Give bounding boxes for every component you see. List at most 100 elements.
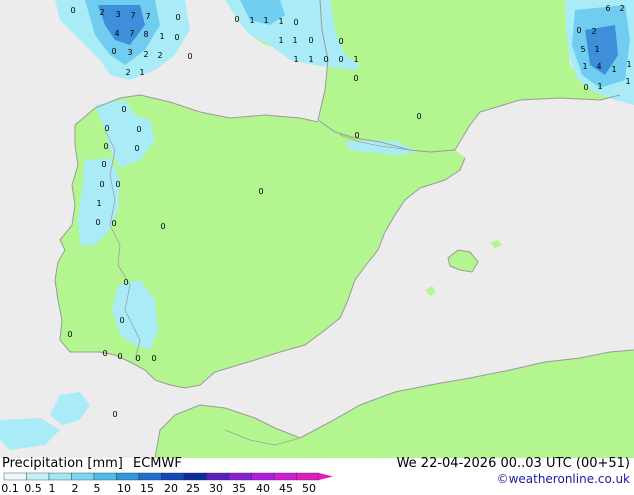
value-label: 0 (95, 218, 100, 227)
value-label: 3 (127, 48, 132, 57)
value-label: 0 (576, 26, 581, 35)
value-label: 1 (626, 60, 631, 69)
value-label: 0 (354, 131, 359, 140)
scale-swatch (26, 472, 50, 481)
scale-tick-label: 0.5 (24, 482, 42, 495)
precipitation-map: 0 2 3 7 7 04 7 8 1 00 3 2 2 02 10 1 1 1 01 1 0 01 1 0 0 100000 00 0… (0, 0, 634, 458)
value-label: 2 (143, 50, 148, 59)
value-label: 1 (582, 62, 587, 71)
scale-tick-label: 20 (164, 482, 178, 495)
value-label: 7 (130, 11, 135, 20)
value-label: 0 (115, 180, 120, 189)
scale-swatch (3, 472, 27, 481)
value-label: 0 (187, 52, 192, 61)
value-label: 1 (278, 36, 283, 45)
value-label: 8 (143, 30, 148, 39)
value-label: 0 (353, 74, 358, 83)
scale-swatch (251, 472, 275, 481)
value-label: 0 (258, 187, 263, 196)
value-label: 2 (99, 8, 104, 17)
scale-swatch (116, 472, 140, 481)
value-label: 0 (338, 55, 343, 64)
value-label: 0 (323, 55, 328, 64)
value-label: 0 (416, 112, 421, 121)
color-scale-bar (3, 472, 333, 481)
scale-tick-label: 5 (93, 482, 101, 495)
value-label: 1 (263, 16, 268, 25)
value-label: 0 (175, 13, 180, 22)
value-label: 1 (594, 45, 599, 54)
value-label: 0 (160, 222, 165, 231)
value-label: 0 (174, 33, 179, 42)
scale-arrow (319, 473, 333, 480)
map-title: Precipitation [mm] ECMWF (2, 456, 182, 471)
scale-tick-label: 25 (186, 482, 200, 495)
scale-tick-label: 40 (256, 482, 270, 495)
value-label: 0 (101, 160, 106, 169)
value-label: 1 (249, 16, 254, 25)
value-label: 0 (308, 36, 313, 45)
value-label: 3 (115, 10, 120, 19)
value-label: 6 (605, 4, 610, 13)
scale-tick-label: 2 (71, 482, 79, 495)
value-label: 0 (151, 354, 156, 363)
value-label: 2 (157, 51, 162, 60)
value-label: 0 (111, 219, 116, 228)
credit-link[interactable]: ©weatheronline.co.uk (497, 472, 630, 486)
value-label: 0 (117, 352, 122, 361)
value-label: 2 (591, 27, 596, 36)
scale-swatch (228, 472, 252, 481)
value-label: 0 (112, 410, 117, 419)
model-label: ECMWF (133, 456, 182, 471)
value-label: 0 (135, 354, 140, 363)
value-label: 1 (308, 55, 313, 64)
scale-tick-label: 50 (302, 482, 316, 495)
value-label: 0 (103, 142, 108, 151)
value-label: 0 (102, 349, 107, 358)
value-label: 0 (99, 180, 104, 189)
value-label: 0 (121, 105, 126, 114)
value-label: 5 (580, 45, 585, 54)
value-label: 0 (293, 18, 298, 27)
value-label: 0 (134, 144, 139, 153)
value-label: 1 (292, 36, 297, 45)
value-label: 2 (125, 68, 130, 77)
value-label: 1 (96, 199, 101, 208)
value-label: 4 (596, 62, 601, 71)
value-label: 1 (278, 17, 283, 26)
scale-swatch (71, 472, 95, 481)
value-label: 0 (123, 278, 128, 287)
scale-tick-label: 0.1 (1, 482, 19, 495)
scale-tick-label: 30 (209, 482, 223, 495)
value-label: 1 (353, 55, 358, 64)
value-label: 1 (625, 77, 630, 86)
value-label: 0 (67, 330, 72, 339)
scale-swatch (296, 472, 320, 481)
scale-swatch (161, 472, 185, 481)
datetime-label: We 22-04-2026 00..03 UTC (00+51) (396, 456, 630, 471)
scale-tick-label: 1 (48, 482, 56, 495)
value-label: 7 (145, 12, 150, 21)
scale-tick-label: 45 (279, 482, 293, 495)
title-label: Precipitation [mm] (2, 456, 123, 471)
scale-tick-label: 15 (140, 482, 154, 495)
value-label: 7 (129, 29, 134, 38)
value-label: 0 (119, 316, 124, 325)
value-label: 4 (114, 29, 119, 38)
value-label: 0 (136, 125, 141, 134)
value-label: 1 (293, 55, 298, 64)
scale-swatch (183, 472, 207, 481)
value-label: 0 (338, 37, 343, 46)
value-label: 0 (111, 47, 116, 56)
value-label: 2 (619, 4, 624, 13)
scale-swatch (138, 472, 162, 481)
scale-swatch (273, 472, 297, 481)
scale-swatch (48, 472, 72, 481)
value-label: 0 (104, 124, 109, 133)
value-label: 1 (139, 68, 144, 77)
scale-swatch (93, 472, 117, 481)
value-label: 1 (597, 82, 602, 91)
value-label: 1 (159, 32, 164, 41)
scale-tick-label: 35 (232, 482, 246, 495)
scale-swatch (206, 472, 230, 481)
